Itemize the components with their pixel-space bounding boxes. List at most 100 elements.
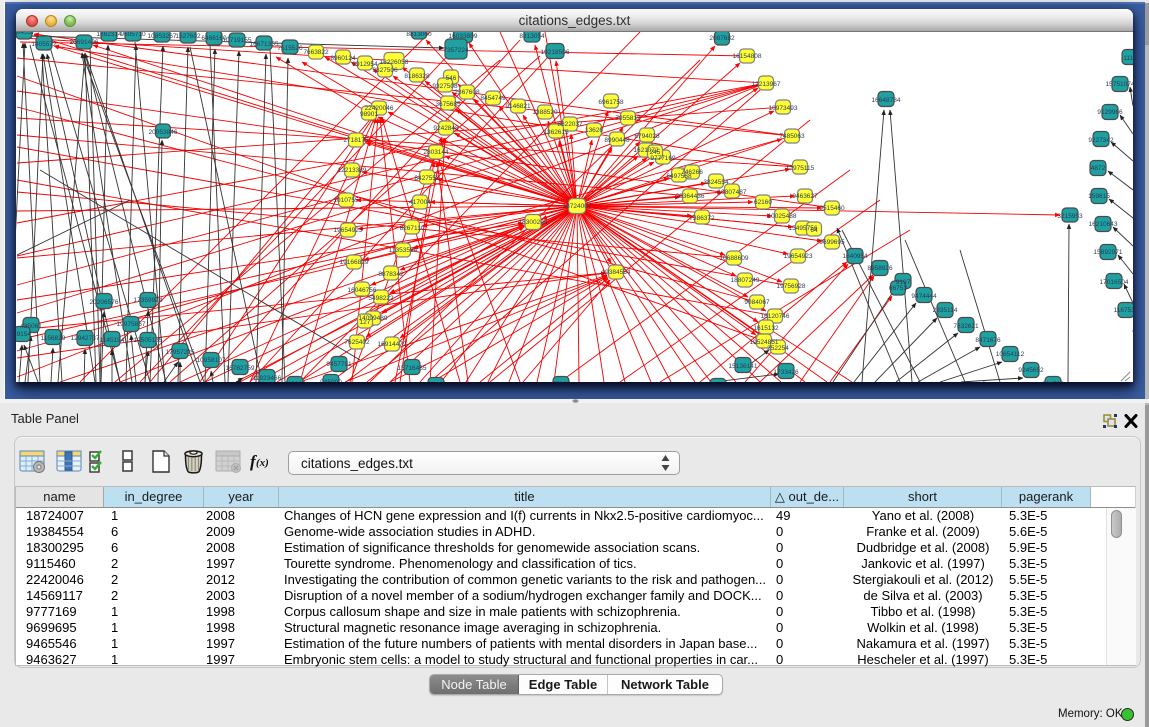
svg-text:15751074: 15751074: [1106, 81, 1133, 88]
svg-text:20053846: 20053846: [149, 129, 178, 136]
svg-text:1156829: 1156829: [41, 335, 66, 342]
svg-text:1615132: 1615132: [753, 325, 779, 332]
svg-text:16914479: 16914479: [378, 341, 407, 348]
svg-text:252254: 252254: [767, 345, 789, 352]
svg-text:7625402: 7625402: [344, 339, 370, 346]
svg-text:2718176: 2718176: [343, 137, 369, 144]
svg-text:10719155: 10719155: [223, 37, 252, 44]
svg-text:9084067: 9084067: [744, 299, 770, 306]
svg-text:10025488: 10025488: [768, 213, 797, 220]
svg-text:2803144: 2803144: [423, 149, 449, 156]
svg-text:9777169: 9777169: [650, 155, 676, 162]
svg-text:16120746: 16120746: [761, 313, 790, 320]
svg-text:19756928: 19756928: [777, 283, 806, 290]
svg-text:2087682: 2087682: [709, 35, 735, 42]
svg-text:11923466: 11923466: [253, 375, 282, 382]
svg-text:3675685: 3675685: [435, 101, 461, 108]
svg-text:98901: 98901: [360, 111, 378, 118]
svg-text:8822037: 8822037: [557, 121, 583, 128]
svg-text:16782759: 16782759: [226, 365, 255, 372]
svg-text:8813000: 8813000: [406, 32, 432, 38]
svg-text:8267110: 8267110: [400, 225, 425, 232]
svg-text:8454749: 8454749: [480, 95, 506, 102]
svg-text:20364436: 20364436: [676, 193, 705, 200]
svg-text:6794028: 6794028: [634, 133, 660, 140]
svg-text:8958926: 8958926: [867, 265, 893, 272]
svg-text:9146821: 9146821: [505, 103, 531, 110]
svg-text:1010755: 1010755: [333, 197, 359, 204]
svg-text:15136141: 15136141: [729, 363, 758, 370]
svg-text:3824554: 3824554: [703, 179, 729, 186]
svg-text:16210643: 16210643: [1089, 221, 1118, 228]
svg-text:1733426: 1733426: [773, 369, 799, 376]
svg-text:1862314: 1862314: [96, 32, 122, 38]
svg-text:18807249: 18807249: [731, 277, 760, 284]
svg-text:945000: 945000: [320, 379, 342, 382]
svg-text:9242848: 9242848: [433, 125, 459, 132]
svg-text:19975867: 19975867: [117, 321, 146, 328]
svg-text:10654112: 10654112: [996, 351, 1025, 358]
svg-text:8186328: 8186328: [404, 73, 430, 80]
svg-text:1117: 1117: [1123, 55, 1133, 62]
svg-text:64: 64: [810, 227, 818, 234]
svg-text:8813054: 8813054: [519, 33, 545, 40]
svg-text:1405572: 1405572: [31, 41, 57, 48]
svg-text:7485063: 7485063: [779, 133, 805, 140]
svg-text:8471676: 8471676: [975, 337, 1001, 344]
svg-text:7386372: 7386372: [689, 215, 715, 222]
svg-text:12213967: 12213967: [752, 81, 781, 88]
svg-text:13626: 13626: [585, 127, 603, 134]
svg-text:7663822: 7663822: [303, 49, 329, 56]
svg-text:11353594: 11353594: [389, 247, 418, 254]
svg-text:39154: 39154: [16, 331, 31, 338]
svg-text:7632621: 7632621: [953, 323, 979, 330]
svg-text:20691406: 20691406: [70, 39, 99, 46]
svg-text:9327506: 9327506: [372, 67, 398, 74]
svg-text:9474444: 9474444: [911, 293, 937, 300]
svg-text:20206576: 20206576: [90, 299, 119, 306]
svg-text:10688609: 10688609: [720, 255, 749, 262]
svg-text:1640954: 1640954: [842, 253, 868, 260]
svg-text:(x): (x): [256, 457, 269, 469]
svg-text:3215953: 3215953: [1057, 213, 1083, 220]
svg-text:19166829: 19166829: [340, 259, 369, 266]
svg-text:9699695: 9699695: [819, 239, 845, 246]
svg-text:9463627: 9463627: [792, 193, 818, 200]
svg-text:12975115: 12975115: [786, 165, 815, 172]
svg-text:13226058: 13226058: [380, 59, 409, 66]
svg-text:16033809: 16033809: [449, 33, 478, 40]
svg-text:16154808: 16154808: [733, 53, 762, 60]
svg-text:1527602: 1527602: [175, 33, 201, 40]
svg-text:10973493: 10973493: [769, 105, 798, 112]
svg-text:16046756: 16046756: [348, 287, 377, 294]
svg-text:18300295: 18300295: [519, 219, 548, 226]
svg-text:95126: 95126: [552, 381, 570, 382]
svg-text:12505135: 12505135: [134, 337, 163, 344]
svg-text:9129966: 9129966: [1097, 109, 1123, 116]
svg-text:546: 546: [446, 75, 457, 82]
svg-text:10958107: 10958107: [197, 357, 226, 364]
svg-text:1362615: 1362615: [543, 129, 569, 136]
svg-text:19654923: 19654923: [784, 253, 813, 260]
svg-text:9457791: 9457791: [326, 361, 352, 368]
svg-text:7955812: 7955812: [615, 115, 641, 122]
svg-text:19654923: 19654923: [334, 227, 363, 234]
svg-text:15716485: 15716485: [398, 365, 427, 372]
svg-text:7357224: 7357224: [443, 47, 469, 54]
svg-text:8427552: 8427552: [414, 175, 440, 182]
svg-text:2935114: 2935114: [933, 307, 958, 314]
svg-text:904557: 904557: [16, 32, 35, 36]
svg-text:15692971: 15692971: [1094, 249, 1123, 256]
svg-text:1167533: 1167533: [1114, 307, 1133, 314]
svg-text:10807487: 10807487: [718, 189, 747, 196]
svg-text:12942737: 12942737: [71, 335, 100, 342]
svg-text:4872: 4872: [1091, 165, 1106, 172]
svg-text:19218506: 19218506: [541, 49, 570, 56]
svg-text:16671355: 16671355: [250, 41, 279, 48]
svg-text:924506: 924506: [1042, 381, 1064, 382]
svg-text:9245652: 9245652: [1018, 367, 1044, 374]
svg-text:2367608: 2367608: [454, 89, 480, 96]
svg-text:9227342: 9227342: [1088, 137, 1114, 144]
svg-text:1145194: 1145194: [100, 337, 125, 344]
svg-text:66753: 66753: [889, 285, 907, 292]
